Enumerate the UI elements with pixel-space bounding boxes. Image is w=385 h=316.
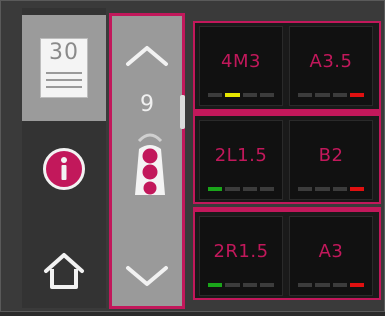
indicator-bar	[315, 93, 330, 97]
indicator-bar	[242, 187, 257, 191]
cell-label: 2L1.5	[214, 145, 268, 166]
cell-label: 2R1.5	[213, 241, 269, 262]
chevron-up-icon	[126, 46, 168, 66]
indicator-bars	[208, 93, 274, 97]
indicator-bar	[242, 283, 257, 287]
pendant-icon	[133, 131, 167, 201]
cell-label: A3.5	[309, 51, 353, 72]
indicator-bar	[332, 187, 347, 191]
indicator-bar	[208, 283, 223, 287]
grid-cell[interactable]: 4M3	[199, 26, 283, 106]
indicator-bars	[298, 283, 364, 287]
indicator-bar	[349, 187, 364, 191]
grid-cell[interactable]: A3.5	[289, 26, 373, 106]
indicator-bar	[225, 93, 240, 97]
indicator-bar	[259, 93, 274, 97]
indicator-bar	[259, 283, 274, 287]
info-icon	[43, 147, 85, 190]
indicator-bar	[259, 187, 274, 191]
home-icon	[44, 253, 84, 289]
info-button[interactable]	[22, 126, 106, 211]
scroll-handle[interactable]	[180, 95, 185, 129]
indicator-bars	[208, 187, 274, 191]
calendar-day: 30	[49, 40, 79, 65]
grid-cell[interactable]: 2R1.5	[199, 216, 283, 296]
grid-cell[interactable]: 2L1.5	[199, 120, 283, 200]
indicator-bar	[298, 93, 313, 97]
indicator-bar	[349, 283, 364, 287]
level-selector: 9	[109, 13, 185, 309]
indicator-bars	[208, 283, 274, 287]
indicator-bar	[349, 93, 364, 97]
selector-value: 9	[140, 92, 154, 117]
cell-label: A3	[318, 241, 344, 262]
increment-button[interactable]	[112, 44, 182, 72]
indicator-bar	[315, 187, 330, 191]
cell-label: B2	[318, 145, 344, 166]
home-button[interactable]	[22, 226, 106, 316]
indicator-bar	[208, 93, 223, 97]
cell-label: 4M3	[221, 51, 261, 72]
grid-cell[interactable]: A3	[289, 216, 373, 296]
indicator-bars	[298, 93, 364, 97]
indicator-bar	[208, 187, 223, 191]
indicator-bar	[298, 283, 313, 287]
decrement-button[interactable]	[112, 264, 182, 292]
chevron-down-icon	[126, 266, 168, 286]
indicator-bar	[315, 283, 330, 287]
left-toolbar: 30	[22, 8, 106, 308]
calendar-button[interactable]: 30	[22, 15, 106, 121]
indicator-bar	[332, 283, 347, 287]
calendar-icon: 30	[40, 38, 88, 98]
grid-cell[interactable]: B2	[289, 120, 373, 200]
status-grid: 4M3 A3.5 2L1.5 B2 2R1.5 A3	[193, 8, 383, 308]
indicator-bar	[225, 187, 240, 191]
indicator-bars	[298, 187, 364, 191]
indicator-bar	[298, 187, 313, 191]
indicator-bar	[242, 93, 257, 97]
indicator-bar	[225, 283, 240, 287]
indicator-bar	[332, 93, 347, 97]
